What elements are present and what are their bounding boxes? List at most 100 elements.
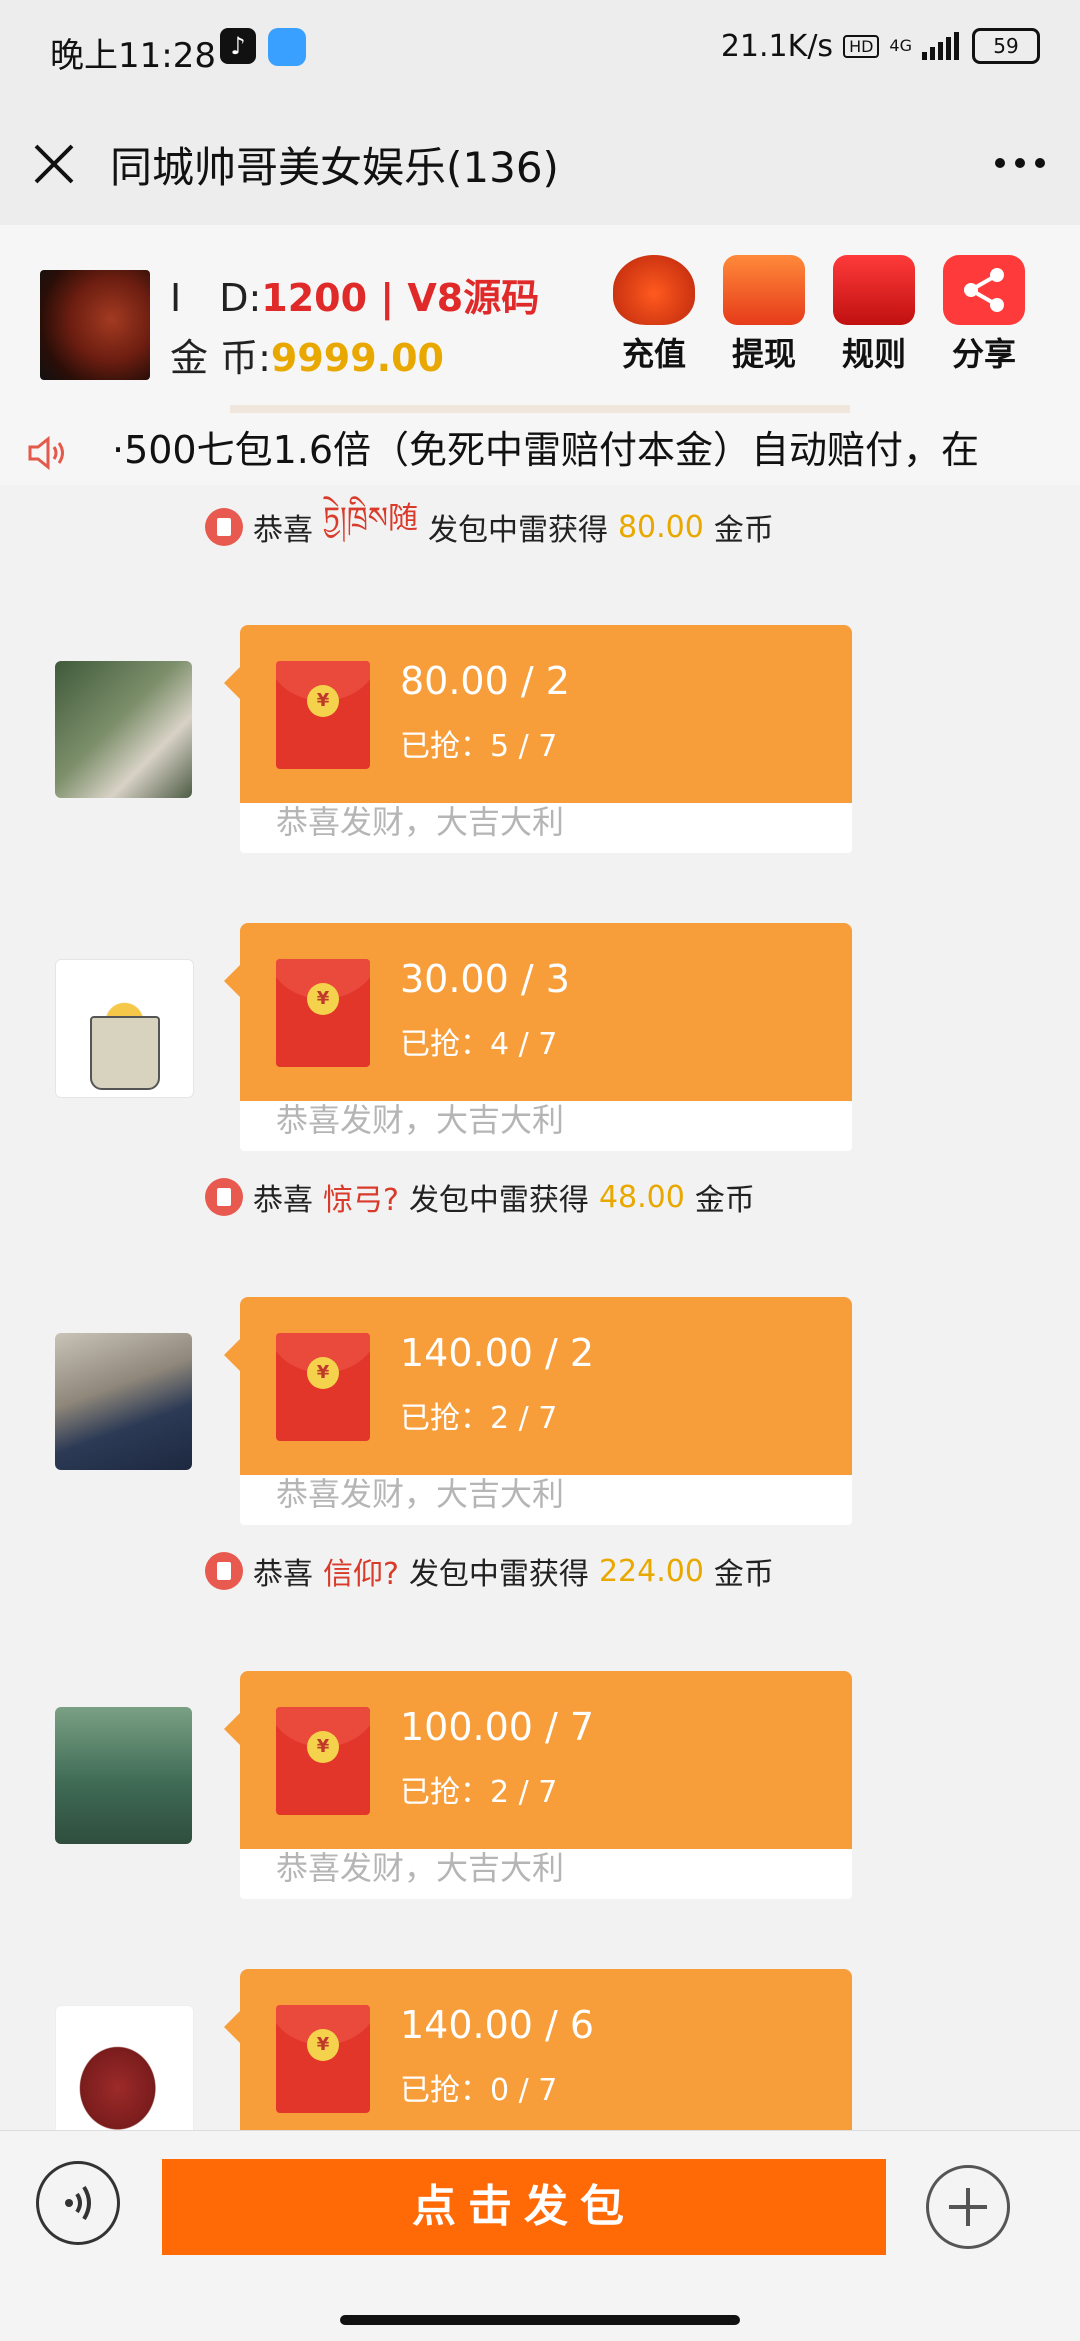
- notice-suffix: 金币: [713, 1557, 774, 1592]
- rules-label: 规则: [841, 335, 906, 373]
- packet-grabbed: 已抢：2 / 7: [400, 1401, 558, 1436]
- red-packet-card[interactable]: ¥ 140.00 / 2 已抢：2 / 7 恭喜发财，大吉大利: [224, 1297, 852, 1525]
- notice-suffix: 金币: [713, 513, 774, 548]
- user-coin-row: 金 币:9999.00: [170, 327, 444, 382]
- envelope-icon: ¥: [276, 1333, 370, 1441]
- notice-suffix: 金币: [694, 1183, 755, 1218]
- hd-icon: HD: [843, 34, 880, 58]
- sender-avatar[interactable]: [55, 1707, 192, 1844]
- packet-amount: 100.00 / 7: [400, 1705, 595, 1749]
- sender-avatar[interactable]: [55, 2005, 194, 2130]
- packet-amount: 80.00 / 2: [400, 659, 570, 703]
- close-icon[interactable]: [30, 140, 78, 188]
- notice-middle: 发包中雷获得: [427, 513, 608, 548]
- packet-grabbed: 已抢：0 / 7: [400, 2073, 558, 2108]
- bubble-arrow: [224, 965, 240, 997]
- more-icon[interactable]: [990, 148, 1050, 178]
- voice-button[interactable]: [36, 2161, 120, 2245]
- envelope-icon: ¥: [276, 1707, 370, 1815]
- ticker-text: ·500七包1.6倍（免死中雷赔付本金）自动赔付，在: [112, 428, 980, 472]
- ticker-divider: [230, 405, 850, 413]
- packet-greeting: 恭喜发财，大吉大利: [276, 1101, 565, 1139]
- red-packet-top: ¥ 140.00 / 6 已抢：0 / 7: [224, 1969, 852, 2130]
- recharge-button[interactable]: 充值: [604, 255, 704, 375]
- sender-avatar[interactable]: [55, 661, 192, 798]
- rules-icon: [833, 255, 915, 325]
- envelope-icon: ¥: [276, 2005, 370, 2113]
- user-id-value: 1200 | V8源码: [261, 276, 540, 320]
- red-packet-card[interactable]: ¥ 140.00 / 6 已抢：0 / 7: [224, 1969, 852, 2130]
- speaker-icon: [28, 435, 64, 471]
- packet-grabbed: 已抢：2 / 7: [400, 1775, 558, 1810]
- withdraw-icon: [723, 255, 805, 325]
- notice-username: 信仰?: [323, 1557, 399, 1592]
- signal-icon: [922, 32, 962, 60]
- packet-amount: 140.00 / 6: [400, 2003, 595, 2047]
- chat-area[interactable]: 恭喜 ཏྱེ།ཁྲིས随 发包中雷获得 80.00 金币 ¥ 80.00 / 2…: [0, 485, 1080, 2130]
- envelope-icon: ¥: [276, 959, 370, 1067]
- mug-icon: [90, 1016, 160, 1090]
- sender-avatar[interactable]: [55, 1333, 192, 1470]
- title-bar: 同城帅哥美女娱乐(136): [0, 100, 1080, 225]
- red-packet-icon: [205, 508, 243, 546]
- send-red-packet-button[interactable]: 点击发包: [162, 2159, 886, 2255]
- coin-label: 金 币:: [170, 336, 271, 380]
- packet-amount: 140.00 / 2: [400, 1331, 595, 1375]
- red-packet-card[interactable]: ¥ 100.00 / 7 已抢：2 / 7 恭喜发财，大吉大利: [224, 1671, 852, 1899]
- red-packet-top: ¥ 100.00 / 7 已抢：2 / 7: [224, 1671, 852, 1849]
- packet-amount: 30.00 / 3: [400, 957, 570, 1001]
- notice-middle: 发包中雷获得: [408, 1183, 589, 1218]
- plus-icon: [949, 2188, 987, 2226]
- withdraw-label: 提现: [731, 335, 796, 373]
- bottom-bar: 点击发包: [0, 2130, 1080, 2341]
- notice-prefix: 恭喜: [253, 1557, 313, 1592]
- notice-amount: 224.00: [598, 1553, 704, 1589]
- bubble-arrow: [224, 1713, 240, 1745]
- notice-prefix: 恭喜: [253, 513, 313, 548]
- status-bar: 晚上11:28 ♪ 21.1K/s HD 4G 59: [0, 0, 1080, 100]
- red-packet-bottom: 恭喜发财，大吉大利: [240, 1101, 852, 1151]
- home-indicator[interactable]: [340, 2315, 740, 2325]
- red-packet-card[interactable]: ¥ 80.00 / 2 已抢：5 / 7 恭喜发财，大吉大利: [224, 625, 852, 853]
- notice-middle: 发包中雷获得: [408, 1557, 589, 1592]
- share-button[interactable]: 分享: [934, 255, 1034, 375]
- notice-amount: 48.00: [598, 1179, 685, 1215]
- win-notice: 恭喜 惊弓? 发包中雷获得 48.00 金币: [205, 1175, 755, 1219]
- win-notice: 恭喜 ཏྱེ།ཁྲིས随 发包中雷获得 80.00 金币: [205, 501, 774, 549]
- red-packet-bottom: 恭喜发财，大吉大利: [240, 803, 852, 853]
- plus-button[interactable]: [926, 2165, 1010, 2249]
- win-notice: 恭喜 信仰? 发包中雷获得 224.00 金币: [205, 1549, 774, 1593]
- announcement-ticker: ·500七包1.6倍（免死中雷赔付本金）自动赔付，在: [0, 405, 1080, 485]
- red-packet-bottom: 恭喜发财，大吉大利: [240, 1849, 852, 1899]
- red-packet-top: ¥ 30.00 / 3 已抢：4 / 7: [224, 923, 852, 1101]
- tiktok-icon: ♪: [220, 28, 256, 64]
- page-title: 同城帅哥美女娱乐(136): [110, 143, 559, 192]
- red-packet-icon: [205, 1178, 243, 1216]
- notice-amount: 80.00: [617, 509, 704, 545]
- app-notification-icon: [268, 28, 306, 66]
- packet-grabbed: 已抢：4 / 7: [400, 1027, 558, 1062]
- packet-greeting: 恭喜发财，大吉大利: [276, 1849, 565, 1887]
- sender-avatar[interactable]: [55, 959, 194, 1098]
- red-packet-top: ¥ 140.00 / 2 已抢：2 / 7: [224, 1297, 852, 1475]
- bubble-arrow: [224, 1339, 240, 1371]
- user-id-row: I D:1200 | V8源码: [170, 267, 539, 322]
- bubble-arrow: [224, 2011, 240, 2043]
- notice-username: 惊弓?: [323, 1183, 399, 1218]
- network-type: 4G: [889, 36, 912, 55]
- coin-value: 9999.00: [270, 336, 444, 380]
- voice-icon: [65, 2185, 91, 2221]
- bubble-arrow: [224, 667, 240, 699]
- rules-button[interactable]: 规则: [824, 255, 924, 375]
- withdraw-button[interactable]: 提现: [714, 255, 814, 375]
- recharge-label: 充值: [621, 335, 686, 373]
- net-speed: 21.1K/s: [720, 28, 834, 64]
- share-label: 分享: [951, 335, 1016, 373]
- status-time: 晚上11:28: [50, 36, 216, 76]
- user-id-label: I D:: [170, 276, 262, 320]
- notice-prefix: 恭喜: [253, 1183, 313, 1218]
- red-packet-icon: [205, 1552, 243, 1590]
- recharge-icon: [613, 255, 695, 325]
- red-packet-card[interactable]: ¥ 30.00 / 3 已抢：4 / 7 恭喜发财，大吉大利: [224, 923, 852, 1151]
- user-avatar[interactable]: [40, 270, 150, 380]
